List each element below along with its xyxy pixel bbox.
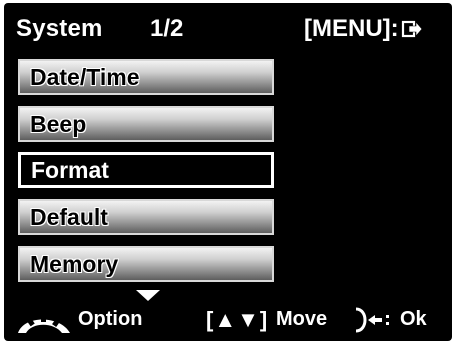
move-label: Move xyxy=(276,308,328,330)
up-down-arrows-icon: [▲▼] xyxy=(206,307,269,332)
menu-item-label: Beep xyxy=(29,110,87,137)
footer-hints: Option [▲▼] Move Ok xyxy=(4,301,452,337)
menu-item-default[interactable]: Default xyxy=(18,199,274,235)
dial-icon xyxy=(18,314,70,333)
ok-label: Ok xyxy=(400,308,427,330)
menu-item-memory[interactable]: Memory xyxy=(18,246,274,282)
menu-hint-label: [MENU]: xyxy=(304,15,399,42)
page-title: System xyxy=(16,15,103,42)
menu-item-beep[interactable]: Beep xyxy=(18,106,274,142)
exit-arrow-icon xyxy=(401,20,423,38)
menu-item-label: Default xyxy=(29,203,108,230)
menu-item-label: Memory xyxy=(29,250,119,277)
menu-item-label: Format xyxy=(31,156,109,183)
page-indicator: 1/2 xyxy=(150,15,184,42)
menu-item-label: Date/Time xyxy=(29,63,140,90)
menu-item-format[interactable]: Format xyxy=(18,152,274,188)
camera-screen: System 1/2 [MENU]: Date/Time Beep Format… xyxy=(4,3,452,341)
option-label: Option xyxy=(78,308,143,330)
menu-exit-hint[interactable]: [MENU]: xyxy=(304,15,423,43)
shutter-ok-icon xyxy=(355,307,389,333)
menu-item-date-time[interactable]: Date/Time xyxy=(18,59,274,95)
scroll-down-triangle-icon[interactable] xyxy=(136,290,160,301)
